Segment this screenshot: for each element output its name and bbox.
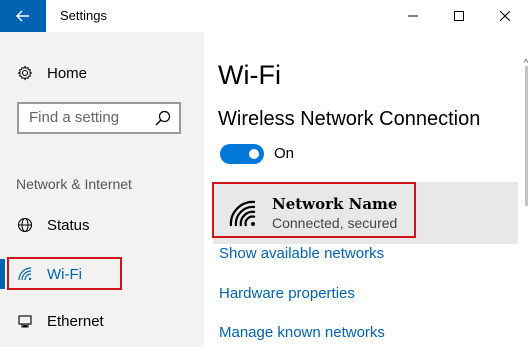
wifi-toggle[interactable] xyxy=(220,144,264,164)
scroll-up-icon[interactable] xyxy=(524,58,528,64)
page-title: Wi-Fi xyxy=(218,60,281,90)
connection-title: Wireless Network Connection xyxy=(218,108,481,130)
search-input[interactable]: Find a setting xyxy=(17,102,181,134)
show-networks-link[interactable]: Show available networks xyxy=(219,245,384,262)
sidebar-item-status[interactable]: Status xyxy=(0,207,204,243)
minimize-button[interactable] xyxy=(390,0,436,32)
maximize-button[interactable] xyxy=(436,0,482,32)
minimize-icon xyxy=(408,15,418,17)
close-button[interactable] xyxy=(482,0,528,32)
sidebar-item-label: Status xyxy=(47,216,90,234)
sidebar-item-label: Ethernet xyxy=(47,312,104,330)
hardware-properties-link[interactable]: Hardware properties xyxy=(219,285,355,302)
monitor-icon xyxy=(15,311,35,331)
manage-networks-link[interactable]: Manage known networks xyxy=(219,324,385,341)
search-icon xyxy=(155,110,171,126)
gear-icon xyxy=(15,63,35,83)
search-placeholder: Find a setting xyxy=(29,109,120,126)
toggle-label: On xyxy=(274,145,295,162)
title-bar: Settings xyxy=(0,0,528,32)
section-label: Network & Internet xyxy=(16,176,132,192)
toggle-knob xyxy=(249,149,259,159)
sidebar-item-ethernet[interactable]: Ethernet xyxy=(0,303,204,339)
sidebar: Home Find a setting Network & Internet S… xyxy=(0,32,204,347)
arrow-left-icon xyxy=(16,10,29,22)
window-title: Settings xyxy=(60,8,107,23)
globe-icon xyxy=(15,215,35,235)
maximize-icon xyxy=(454,11,464,21)
close-icon xyxy=(500,11,510,21)
highlight-box xyxy=(212,182,416,238)
sidebar-item-label: Home xyxy=(47,64,88,82)
sidebar-item-home[interactable]: Home xyxy=(0,55,204,91)
back-button[interactable] xyxy=(0,0,46,32)
highlight-box xyxy=(7,257,122,290)
main-pane: Wi-Fi Wireless Network Connection On Net… xyxy=(204,32,528,347)
